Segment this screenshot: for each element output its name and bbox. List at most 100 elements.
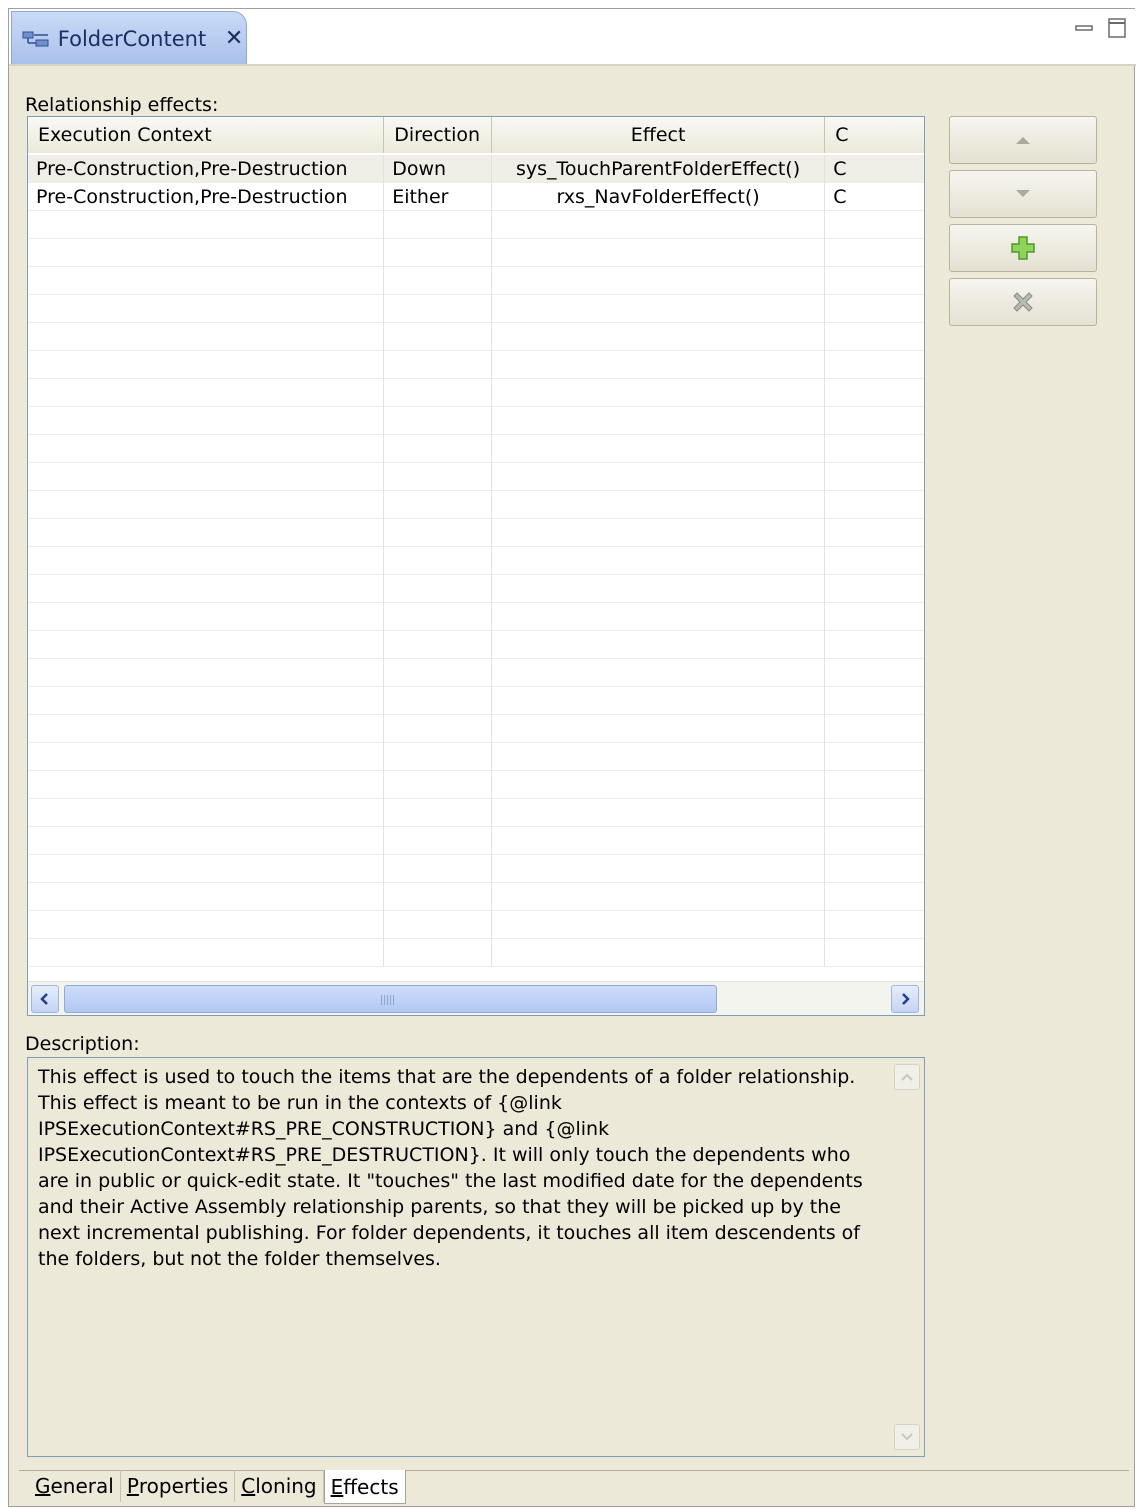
empty-cell bbox=[825, 771, 924, 799]
empty-cell bbox=[384, 379, 492, 407]
empty-table-row bbox=[28, 379, 924, 407]
scrollbar-thumb[interactable] bbox=[64, 985, 717, 1013]
plus-icon bbox=[1011, 236, 1035, 260]
empty-cell bbox=[384, 603, 492, 631]
empty-cell bbox=[28, 379, 385, 407]
add-button[interactable] bbox=[949, 224, 1097, 272]
description-textarea[interactable]: This effect is used to touch the items t… bbox=[27, 1057, 925, 1457]
empty-cell bbox=[492, 827, 826, 855]
scroll-down-button[interactable] bbox=[894, 1424, 920, 1450]
empty-table-row bbox=[28, 687, 924, 715]
empty-cell bbox=[28, 575, 385, 603]
relationship-effects-label: Relationship effects: bbox=[25, 94, 219, 116]
close-icon[interactable]: ✕ bbox=[222, 26, 246, 51]
empty-cell bbox=[825, 687, 924, 715]
empty-cell bbox=[825, 239, 924, 267]
empty-cell bbox=[825, 295, 924, 323]
empty-cell bbox=[28, 295, 385, 323]
column-header-effect[interactable]: Effect bbox=[491, 117, 826, 153]
empty-cell bbox=[492, 519, 826, 547]
move-up-button[interactable] bbox=[949, 116, 1097, 164]
column-header-execution-context[interactable]: Execution Context bbox=[28, 117, 385, 153]
empty-table-row bbox=[28, 883, 924, 911]
empty-cell bbox=[492, 855, 826, 883]
empty-cell bbox=[825, 631, 924, 659]
empty-cell bbox=[28, 911, 385, 939]
empty-cell bbox=[492, 267, 826, 295]
empty-cell bbox=[492, 939, 826, 967]
empty-cell bbox=[825, 491, 924, 519]
empty-cell bbox=[28, 491, 385, 519]
empty-cell bbox=[825, 911, 924, 939]
empty-cell bbox=[384, 323, 492, 351]
scroll-right-button[interactable] bbox=[891, 985, 919, 1013]
empty-cell bbox=[492, 631, 826, 659]
relationship-effects-table[interactable]: Execution Context Direction Effect C Pre… bbox=[27, 116, 925, 1016]
column-header-c[interactable]: C bbox=[825, 117, 924, 153]
column-header-direction[interactable]: Direction bbox=[384, 117, 492, 153]
empty-table-row bbox=[28, 771, 924, 799]
empty-cell bbox=[825, 939, 924, 967]
tab-general[interactable]: General bbox=[29, 1470, 121, 1502]
table-row[interactable]: Pre-Construction,Pre-Destruction Down sy… bbox=[28, 155, 924, 183]
empty-cell bbox=[384, 239, 492, 267]
empty-table-row bbox=[28, 351, 924, 379]
empty-cell bbox=[492, 883, 826, 911]
empty-table-row bbox=[28, 743, 924, 771]
empty-cell bbox=[28, 407, 385, 435]
empty-table-row bbox=[28, 407, 924, 435]
tab-effects[interactable]: Effects bbox=[323, 1470, 406, 1504]
empty-cell bbox=[492, 575, 826, 603]
empty-cell bbox=[825, 519, 924, 547]
empty-cell bbox=[492, 799, 826, 827]
empty-cell bbox=[492, 295, 826, 323]
empty-table-row bbox=[28, 463, 924, 491]
empty-cell bbox=[28, 267, 385, 295]
scroll-up-button[interactable] bbox=[894, 1064, 920, 1090]
empty-cell bbox=[384, 659, 492, 687]
empty-table-row bbox=[28, 211, 924, 239]
table-row[interactable]: Pre-Construction,Pre-Destruction Either … bbox=[28, 183, 924, 211]
maximize-icon[interactable] bbox=[1106, 17, 1128, 39]
empty-cell bbox=[384, 295, 492, 323]
empty-cell bbox=[28, 435, 385, 463]
empty-cell bbox=[384, 827, 492, 855]
empty-cell bbox=[825, 799, 924, 827]
empty-cell bbox=[28, 463, 385, 491]
empty-cell bbox=[825, 575, 924, 603]
vertical-scrollbar[interactable] bbox=[890, 1058, 924, 1456]
move-down-button[interactable] bbox=[949, 170, 1097, 218]
tab-folder-content[interactable]: FolderContent ✕ bbox=[11, 11, 247, 65]
empty-cell bbox=[384, 687, 492, 715]
tab-cloning[interactable]: Cloning bbox=[235, 1470, 324, 1502]
description-text: This effect is used to touch the items t… bbox=[38, 1066, 863, 1270]
empty-cell bbox=[384, 351, 492, 379]
empty-cell bbox=[492, 547, 826, 575]
minimize-icon[interactable] bbox=[1074, 17, 1096, 39]
empty-cell bbox=[384, 267, 492, 295]
scroll-left-button[interactable] bbox=[31, 985, 59, 1013]
empty-cell bbox=[28, 855, 385, 883]
tab-title: FolderContent bbox=[57, 26, 207, 51]
empty-cell bbox=[825, 743, 924, 771]
empty-cell bbox=[384, 771, 492, 799]
chevron-down-icon bbox=[901, 1433, 913, 1441]
empty-cell bbox=[492, 211, 826, 239]
empty-cell bbox=[825, 715, 924, 743]
delete-button[interactable] bbox=[949, 278, 1097, 326]
empty-cell bbox=[384, 211, 492, 239]
empty-cell bbox=[492, 659, 826, 687]
empty-cell bbox=[384, 883, 492, 911]
empty-table-row bbox=[28, 295, 924, 323]
empty-cell bbox=[28, 239, 385, 267]
empty-cell bbox=[28, 883, 385, 911]
editor-window: FolderContent ✕ Relationship effects: Ex… bbox=[8, 8, 1136, 1507]
horizontal-scrollbar[interactable] bbox=[28, 981, 924, 1015]
empty-cell bbox=[28, 771, 385, 799]
empty-cell bbox=[492, 491, 826, 519]
tab-properties[interactable]: Properties bbox=[121, 1470, 236, 1502]
empty-cell bbox=[28, 211, 385, 239]
empty-cell bbox=[492, 603, 826, 631]
empty-table-row bbox=[28, 715, 924, 743]
empty-cell bbox=[825, 407, 924, 435]
